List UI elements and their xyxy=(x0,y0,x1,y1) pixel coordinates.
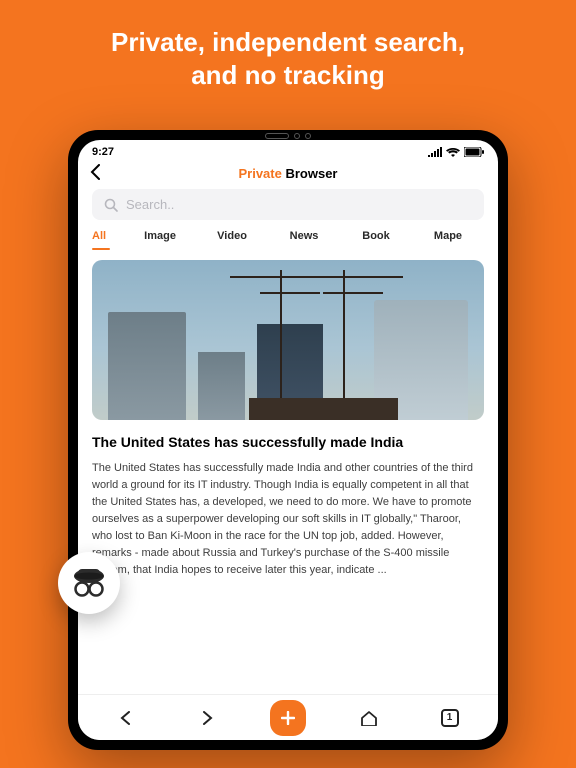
tablet-frame: 9:27 Private Browser Search.. All Image … xyxy=(68,130,508,750)
back-button[interactable] xyxy=(90,164,102,185)
article-image xyxy=(92,260,484,420)
bottom-nav: 1 xyxy=(78,694,498,740)
tab-news[interactable]: News xyxy=(268,230,340,250)
tab-mape[interactable]: Mape xyxy=(412,230,484,250)
screen: 9:27 Private Browser Search.. All Image … xyxy=(78,140,498,740)
chevron-left-icon xyxy=(120,711,132,725)
status-time: 9:27 xyxy=(92,146,114,158)
plus-icon xyxy=(281,711,295,725)
marketing-headline: Private, independent search, and no trac… xyxy=(0,0,576,91)
tab-count: 1 xyxy=(441,709,459,727)
incognito-badge xyxy=(58,552,120,614)
search-input[interactable]: Search.. xyxy=(92,189,484,220)
home-button[interactable] xyxy=(351,700,387,736)
search-placeholder: Search.. xyxy=(126,197,174,212)
chevron-left-icon xyxy=(90,164,102,180)
incognito-icon xyxy=(69,563,109,603)
status-indicators xyxy=(428,147,484,157)
title-bar: Private Browser xyxy=(78,160,498,189)
tab-image[interactable]: Image xyxy=(124,230,196,250)
status-bar: 9:27 xyxy=(78,140,498,160)
nav-back-button[interactable] xyxy=(108,700,144,736)
tab-all[interactable]: All xyxy=(92,230,124,250)
nav-forward-button[interactable] xyxy=(189,700,225,736)
chevron-right-icon xyxy=(201,711,213,725)
new-tab-button[interactable] xyxy=(270,700,306,736)
device-camera-notch xyxy=(265,133,311,139)
article-body: The United States has successfully made … xyxy=(92,460,484,579)
content-area[interactable]: The United States has successfully made … xyxy=(78,250,498,694)
search-icon xyxy=(104,198,118,212)
article-headline: The United States has successfully made … xyxy=(92,434,484,450)
battery-icon xyxy=(464,147,484,157)
home-icon xyxy=(360,710,378,726)
article: The United States has successfully made … xyxy=(92,434,484,579)
wifi-icon xyxy=(446,147,460,157)
tab-book[interactable]: Book xyxy=(340,230,412,250)
signal-icon xyxy=(428,147,442,157)
category-tabs: All Image Video News Book Mape xyxy=(78,230,498,250)
tab-video[interactable]: Video xyxy=(196,230,268,250)
tabs-button[interactable]: 1 xyxy=(432,700,468,736)
page-title: Private Browser xyxy=(238,166,337,181)
